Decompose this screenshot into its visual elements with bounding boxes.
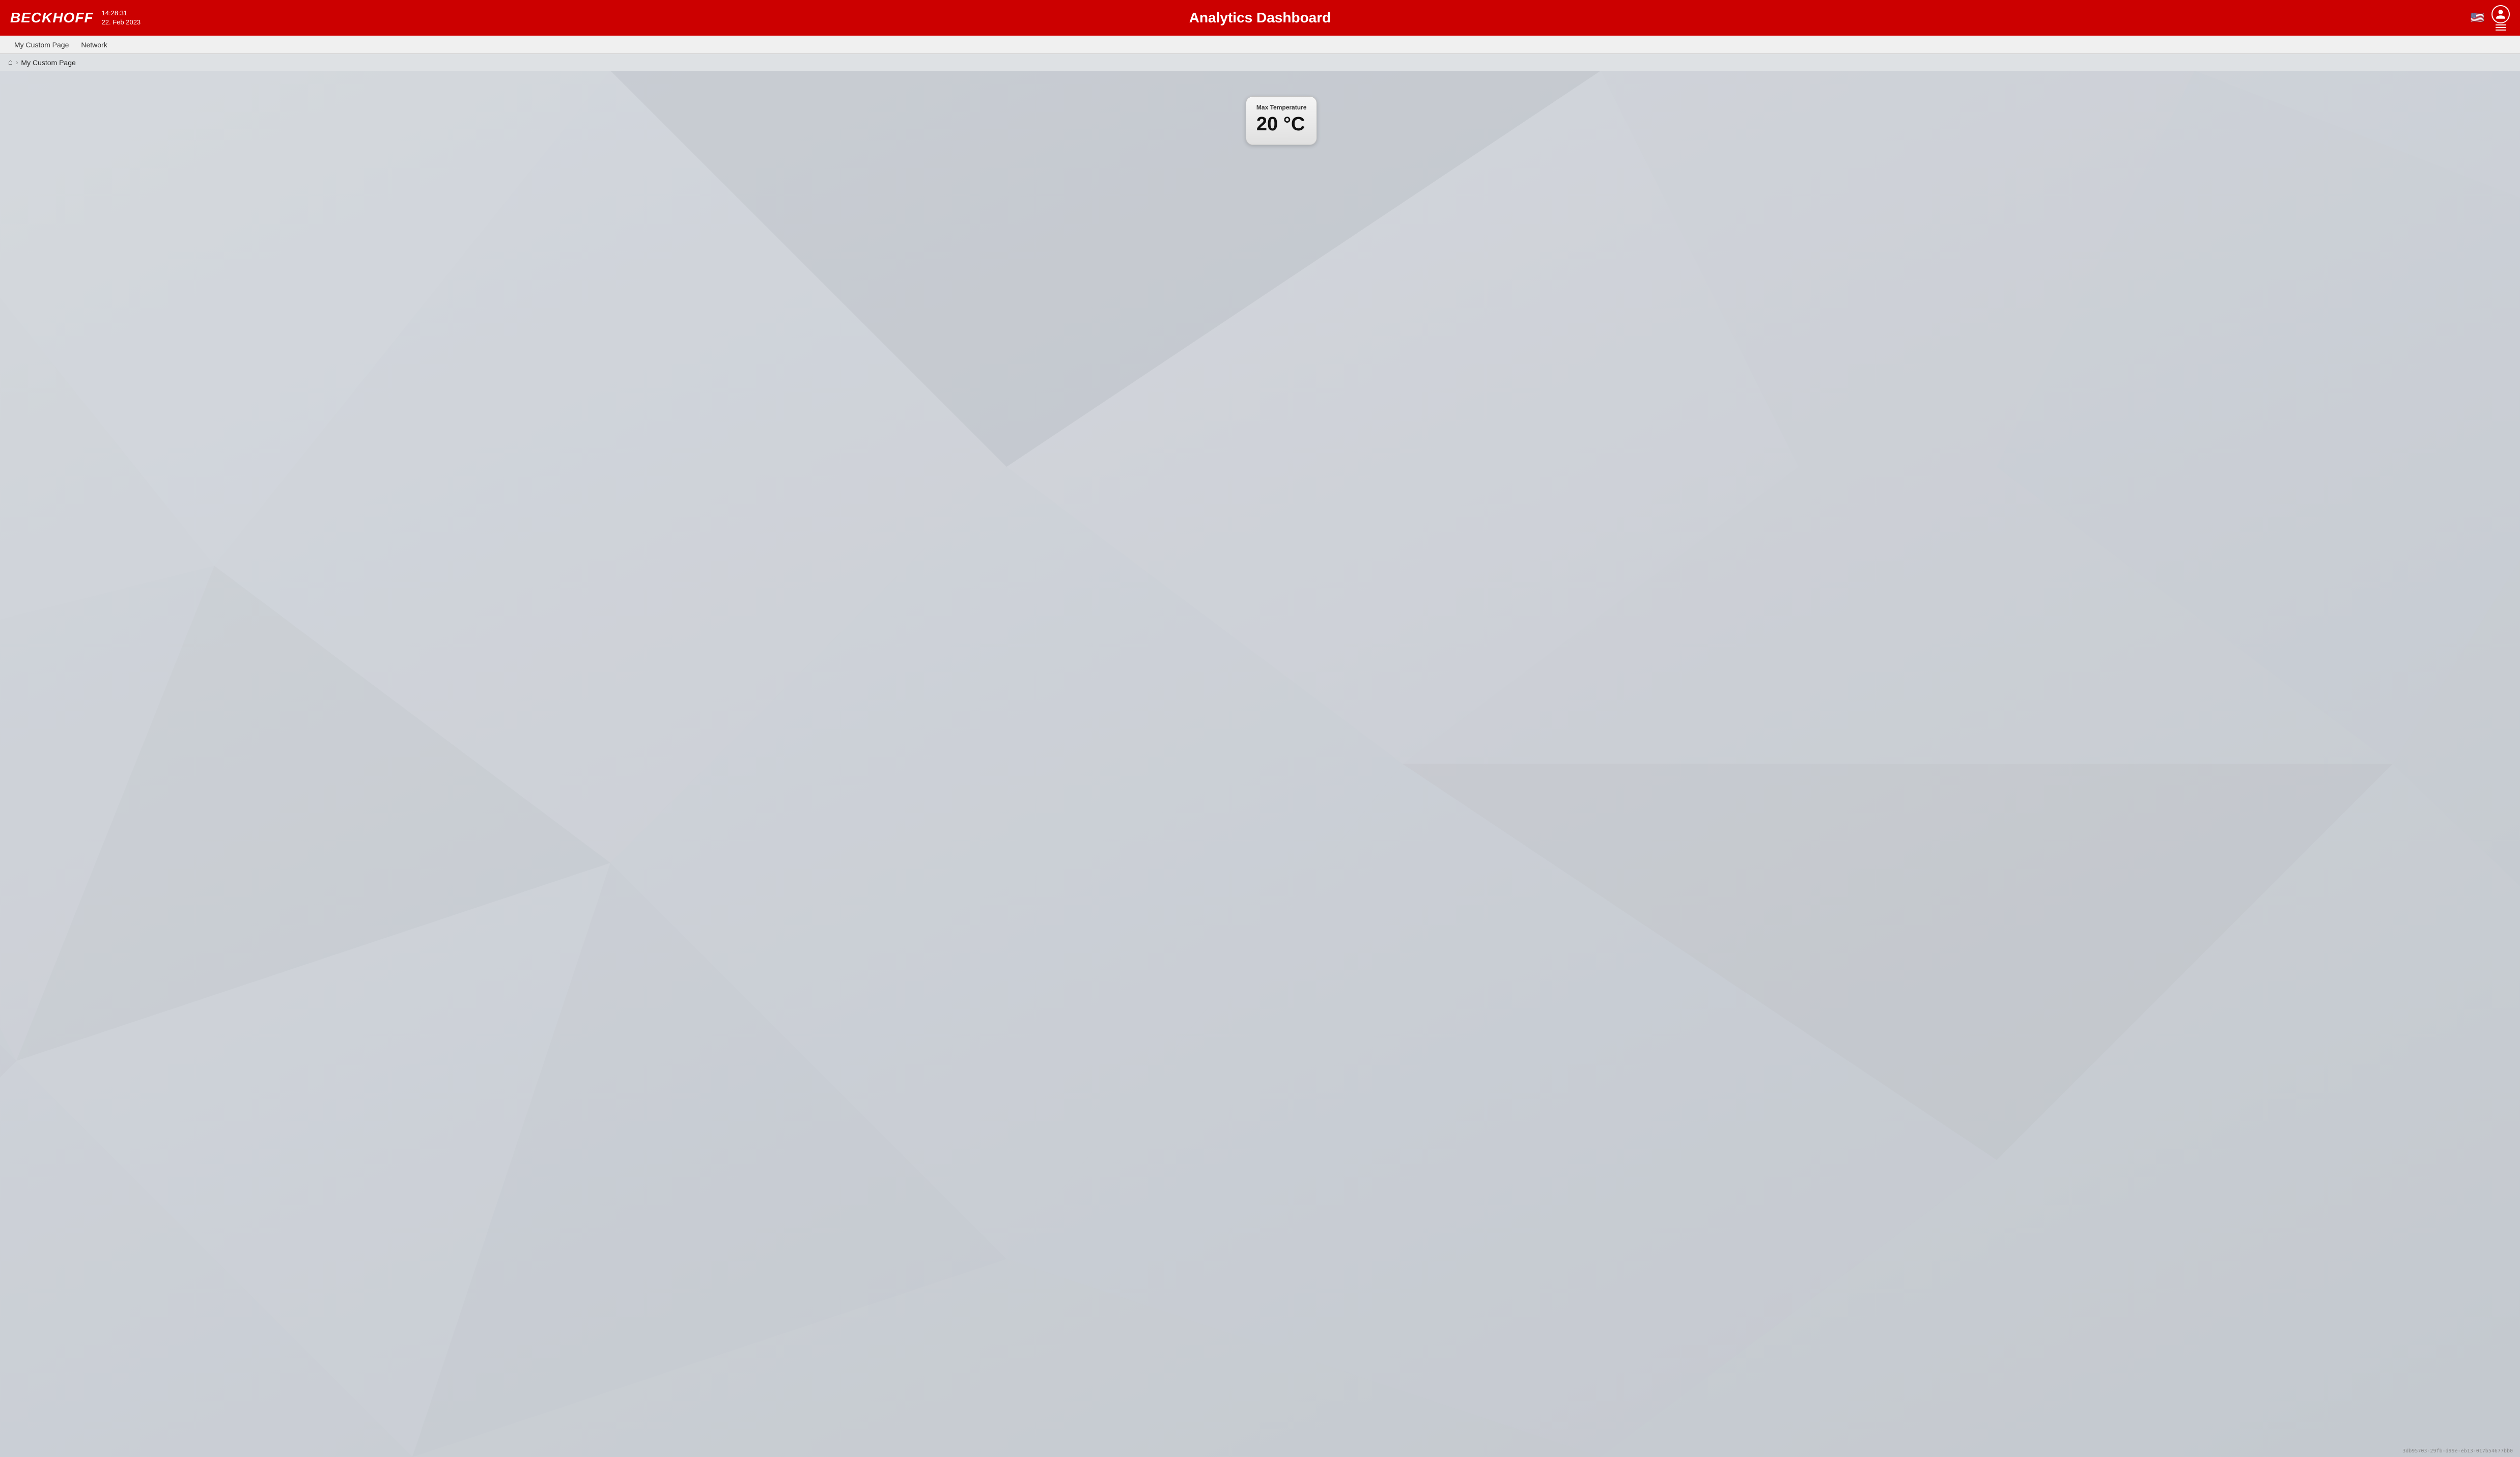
nav-item-network[interactable]: Network [75, 36, 113, 53]
footer-uuid: 3db95703-29fb-d99e-eb13-017b54677bb0 [2402, 1448, 2513, 1454]
beckhoff-logo: BECKHOFF [10, 10, 94, 26]
top-navbar: My Custom Page Network [0, 36, 2520, 54]
language-flag-icon[interactable]: 🇺🇸 [2471, 11, 2484, 24]
main-content-area: Max Temperature 20 °C [0, 71, 2520, 1457]
datetime-display: 14:28:31 22. Feb 2023 [102, 9, 141, 27]
temperature-widget-label: Max Temperature [1256, 104, 1306, 111]
logo-section: BECKHOFF 14:28:31 22. Feb 2023 [10, 9, 141, 27]
user-menu-button[interactable] [2491, 5, 2510, 31]
temperature-widget: Max Temperature 20 °C [1246, 96, 1317, 145]
background-pattern [0, 71, 2520, 1457]
page-title: Analytics Dashboard [1189, 10, 1331, 26]
breadcrumb: ⌂ › My Custom Page [0, 54, 2520, 71]
temperature-widget-value: 20 °C [1256, 114, 1306, 135]
breadcrumb-separator: › [16, 59, 18, 66]
time-display: 14:28:31 [102, 9, 141, 18]
person-icon [2495, 9, 2506, 20]
home-icon[interactable]: ⌂ [8, 58, 13, 67]
date-display: 22. Feb 2023 [102, 18, 141, 27]
breadcrumb-current-page: My Custom Page [21, 59, 75, 67]
hamburger-icon [2496, 24, 2506, 31]
app-header: BECKHOFF 14:28:31 22. Feb 2023 Analytics… [0, 0, 2520, 36]
nav-item-my-custom-page[interactable]: My Custom Page [8, 36, 75, 53]
header-right-section: 🇺🇸 [2471, 5, 2510, 31]
user-avatar-icon [2491, 5, 2510, 23]
